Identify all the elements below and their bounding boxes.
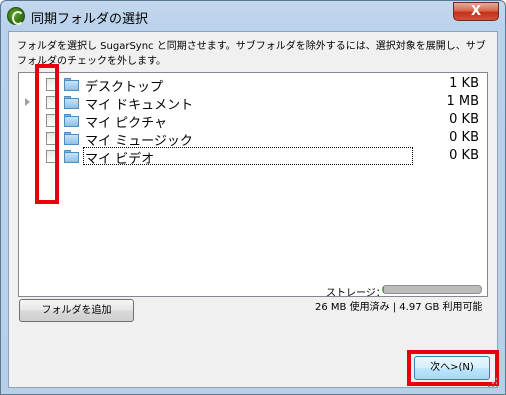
sugarsync-app-icon [7,7,25,25]
folder-size: 0 KB [449,130,479,145]
expand-arrow-icon[interactable] [25,98,30,106]
instructions-text: フォルダを選択し SugarSync と同期させます。サブフォルダを除外するには… [17,41,486,67]
folder-icon [64,114,80,127]
storage-progress-bar [382,285,482,294]
folder-row-my-music[interactable]: マイ ミュージック 0 KB [19,129,487,149]
dialog-body: フォルダを選択し SugarSync と同期させます。サブフォルダを除外するには… [8,31,499,388]
folder-icon [64,96,80,109]
folder-icon [64,78,80,91]
folder-size: 0 KB [449,148,479,163]
close-button[interactable]: X [453,2,499,21]
folder-size: 1 MB [446,94,479,109]
folder-name: マイ ビデオ [85,152,155,167]
folder-row-my-pictures[interactable]: マイ ピクチャ 0 KB [19,111,487,131]
folder-size: 1 KB [449,76,479,91]
folder-icon [64,150,80,163]
checkbox-highlight-frame [35,64,59,204]
storage-label: ストレージ： [326,288,386,299]
window-title: 同期フォルダの選択 [31,12,149,27]
folder-size: 0 KB [449,112,479,127]
sync-folder-dialog: 同期フォルダの選択 X フォルダを選択し SugarSync と同期させます。サ… [0,0,506,395]
storage-progress-fill [383,286,384,293]
folder-icon [64,132,80,145]
folder-row-my-documents[interactable]: マイ ドキュメント 1 MB [19,93,487,113]
storage-usage-text: 26 MB 使用済み | 4.97 GB 利用可能 [315,302,483,313]
next-button[interactable]: 次へ>(N) [414,356,490,380]
title-bar[interactable]: 同期フォルダの選択 X [1,1,505,31]
folder-row-my-videos[interactable]: マイ ビデオ 0 KB [19,147,487,167]
folder-row-desktop[interactable]: デスクトップ 1 KB [19,75,487,95]
folder-tree[interactable]: デスクトップ 1 KB マイ ドキュメント 1 MB マイ ピクチャ 0 KB … [18,72,488,297]
add-folder-button[interactable]: フォルダを追加 [19,299,134,322]
